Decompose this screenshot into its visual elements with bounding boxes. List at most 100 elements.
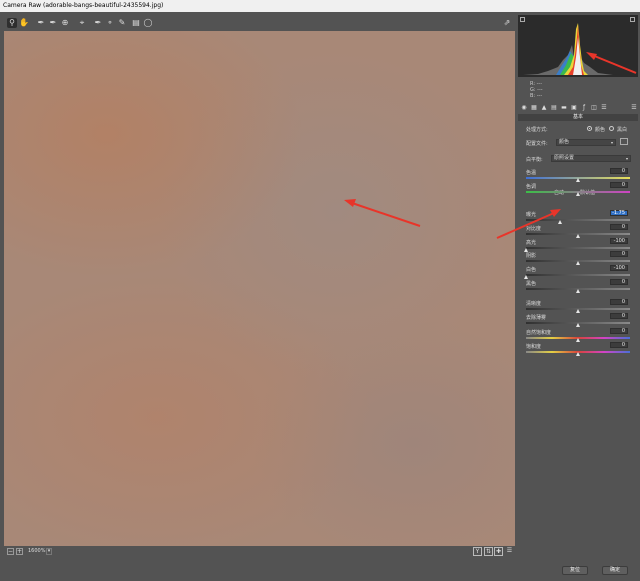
slider-label: 自然饱和度	[526, 330, 552, 336]
slider-thumb[interactable]	[576, 323, 580, 327]
histogram	[518, 15, 638, 77]
zoom-in-button[interactable]: +	[16, 548, 23, 555]
slider-track[interactable]	[526, 288, 630, 293]
slider-value-field[interactable]: 0	[610, 168, 628, 174]
slider-value-field[interactable]: 0	[610, 182, 628, 188]
zoom-icon[interactable]: ⚲	[7, 18, 17, 28]
slider-label: 饱和度	[526, 344, 542, 350]
slider-value-field[interactable]: 0	[610, 279, 628, 285]
straighten-icon[interactable]: ✒	[93, 18, 103, 28]
slider-label: 高光	[526, 240, 537, 246]
tab-basic-icon[interactable]: ◉	[521, 105, 527, 111]
slider-thumb[interactable]	[576, 178, 580, 182]
slider-thumb[interactable]	[576, 338, 580, 342]
slider-track[interactable]	[526, 351, 630, 356]
fullscreen-toggle-icon[interactable]: ⇗	[502, 18, 512, 28]
rgb-readout: R: --- G: --- B: ---	[530, 81, 543, 99]
zoom-out-button[interactable]: −	[7, 548, 14, 555]
tool-bar: ⚲ ✋ ✒ ✒ ⊕ ⌖ ✒ ⚬ ✎ ▤ ◯ ⇗	[4, 15, 515, 31]
tab-tone-curve-icon[interactable]: ▦	[531, 105, 537, 111]
slider-track[interactable]	[526, 322, 630, 327]
tab-detail-icon[interactable]: ▲	[541, 105, 547, 111]
white-balance-select[interactable]: 原照设置 ▾	[551, 155, 631, 162]
target-adjust-icon[interactable]: ⊕	[60, 18, 70, 28]
slider-value-field[interactable]: 0	[610, 251, 628, 257]
adjustment-brush-icon[interactable]: ✎	[117, 18, 127, 28]
before-after-copy-icon[interactable]: ✚	[494, 547, 503, 556]
slider-label: 阴影	[526, 253, 537, 259]
radial-filter-icon[interactable]: ◯	[143, 18, 153, 28]
rgb-b-label: B:	[530, 93, 536, 99]
white-balance-eyedropper-icon[interactable]: ✒	[36, 18, 46, 28]
slider-thumb[interactable]	[558, 220, 563, 224]
slider-thumb[interactable]	[576, 192, 580, 196]
slider-value-field[interactable]: 0	[610, 299, 628, 305]
slider-value-field[interactable]: -100	[610, 265, 628, 271]
slider-thumb[interactable]	[576, 309, 580, 313]
treatment-bw-radio[interactable]	[609, 126, 614, 131]
slider-track[interactable]	[526, 308, 630, 313]
slider-value-field[interactable]: 0	[610, 224, 628, 230]
slider-value-field[interactable]: -100	[610, 238, 628, 244]
slider-thumb[interactable]	[576, 234, 580, 238]
profile-value: 颜色	[559, 139, 570, 145]
panel-menu-icon[interactable]: ☰	[631, 105, 637, 111]
tab-presets-icon[interactable]: ☰	[601, 105, 607, 111]
white-balance-value: 原照设置	[554, 155, 575, 161]
chevron-down-icon: ▾	[625, 156, 628, 161]
profile-label: 配置文件:	[526, 141, 548, 147]
before-after-swap-icon[interactable]: ⇅	[484, 547, 493, 556]
histogram-graph	[523, 23, 613, 75]
slider-label: 色调	[526, 184, 537, 190]
zoom-dropdown-icon[interactable]: ▾	[46, 548, 52, 555]
slider-value-field[interactable]: -1.75	[610, 210, 628, 216]
image-preview[interactable]	[4, 31, 515, 546]
before-after-y-icon[interactable]: Y	[473, 547, 482, 556]
graduated-filter-icon[interactable]: ▤	[131, 18, 141, 28]
slider-track[interactable]	[524, 247, 630, 252]
section-title: 基本	[518, 114, 638, 121]
slider-label: 黑色	[526, 281, 537, 287]
rgb-b-value: ---	[536, 93, 543, 99]
slider-thumb[interactable]	[576, 352, 580, 356]
slider-label: 对比度	[526, 226, 542, 232]
slider-thumb[interactable]	[576, 261, 580, 265]
treatment-color-label: 颜色	[595, 127, 606, 133]
slider-label: 去除薄雾	[526, 315, 547, 321]
status-bar: − + 1600% ▾ Y ⇅ ✚ ☰	[4, 547, 515, 557]
profile-select[interactable]: 颜色 ▾	[556, 139, 616, 146]
slider-track[interactable]	[526, 337, 630, 342]
treatment-color-radio[interactable]	[587, 126, 592, 131]
slider-value-field[interactable]: 0	[610, 313, 628, 319]
tab-hsl-icon[interactable]: ▤	[551, 105, 557, 111]
ok-button[interactable]: 确定	[602, 566, 628, 575]
panel-tabs: ◉ ▦ ▲ ▤ ▬ ▣ ƒ ◫ ☰ ☰	[521, 104, 637, 113]
slider-label: 白色	[526, 267, 537, 273]
spot-removal-icon[interactable]: ⚬	[105, 18, 115, 28]
profile-browser-icon[interactable]	[620, 138, 628, 145]
preview-settings-icon[interactable]: ☰	[505, 547, 514, 556]
slider-label: 曝光	[526, 212, 537, 218]
chevron-down-icon: ▾	[610, 140, 613, 145]
crop-icon[interactable]: ⌖	[77, 18, 87, 28]
slider-label: 清晰度	[526, 301, 542, 307]
slider-track[interactable]	[526, 260, 630, 265]
slider-track[interactable]	[526, 233, 630, 238]
slider-thumb[interactable]	[524, 275, 528, 279]
slider-track[interactable]	[524, 274, 630, 279]
window-title: Camera Raw (adorable-bangs-beautiful-243…	[0, 0, 640, 12]
slider-value-field[interactable]: 0	[610, 328, 628, 334]
color-sampler-icon[interactable]: ✒	[48, 18, 58, 28]
tab-effects-icon[interactable]: ƒ	[581, 105, 587, 111]
slider-value-field[interactable]: 0	[610, 342, 628, 348]
hand-icon[interactable]: ✋	[19, 18, 29, 28]
adjustments-panel: R: --- G: --- B: --- ◉ ▦ ▲ ▤ ▬ ▣ ƒ ◫ ☰ ☰…	[518, 15, 638, 545]
reset-button[interactable]: 复位	[562, 566, 588, 575]
slider-track[interactable]	[526, 191, 630, 196]
tab-split-toning-icon[interactable]: ▬	[561, 105, 567, 111]
tab-calibration-icon[interactable]: ◫	[591, 105, 597, 111]
slider-track[interactable]	[526, 177, 630, 182]
tab-lens-icon[interactable]: ▣	[571, 105, 577, 111]
slider-thumb[interactable]	[576, 289, 580, 293]
slider-track[interactable]	[526, 219, 630, 224]
